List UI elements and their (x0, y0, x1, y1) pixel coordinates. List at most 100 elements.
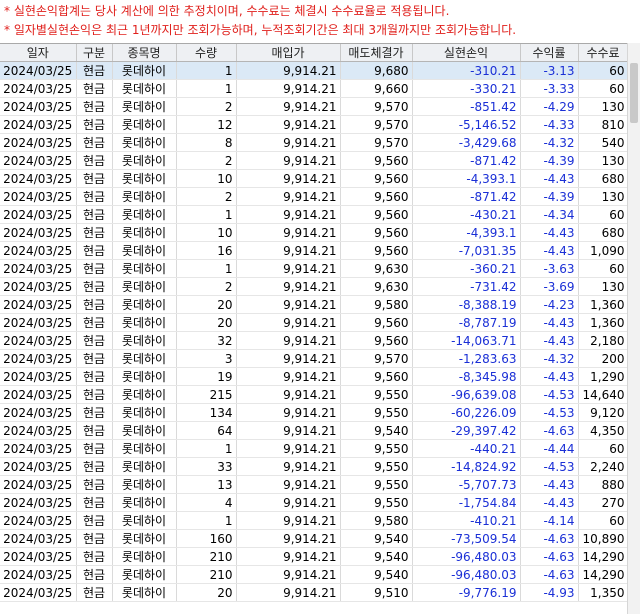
table-cell: 2 (176, 187, 237, 206)
table-row[interactable]: 2024/03/25 현금 롯데하이 2 9,914.21 9,560 -871.42 -4.… (0, 187, 629, 206)
table-cell: 2024/03/25 (0, 259, 77, 278)
table-row[interactable]: 2024/03/25 현금 롯데하이 8 9,914.21 9,570 -3,429.68-… (0, 133, 629, 152)
table-row[interactable]: 2024/03/25 현금 롯데하이 2 9,914.21 9,630 -731.42 -3.… (0, 277, 629, 296)
table-cell: -5,707.73 (412, 475, 521, 494)
table-row[interactable]: 2024/03/25 현금 롯데하이 210 9,914.21 9,540 -96,480.… (0, 565, 629, 584)
table-cell: 60 (578, 205, 629, 224)
table-cell: 2,240 (578, 457, 629, 476)
table-cell: 롯데하이 (112, 493, 177, 512)
table-row[interactable]: 2024/03/25 현금 롯데하이 210 9,914.21 9,540 -96,480.… (0, 547, 629, 566)
table-cell: -4.53 (520, 403, 579, 422)
table-row[interactable]: 2024/03/25 현금 롯데하이 1 9,914.21 9,660 -330.21 -3.… (0, 79, 629, 98)
table-cell: -4.23 (520, 295, 579, 314)
table-cell: 9,570 (340, 133, 413, 152)
table-row[interactable]: 2024/03/25 현금 롯데하이 1 9,914.21 9,560 -430.21 -4.… (0, 205, 629, 224)
table-row[interactable]: 2024/03/25 현금 롯데하이 215 9,914.21 9,550 -96,639.… (0, 385, 629, 404)
table-cell: 14,640 (578, 385, 629, 404)
table-row[interactable]: 2024/03/25 현금 롯데하이 10 9,914.21 9,560 -4,393.1-… (0, 223, 629, 242)
table-cell: 215 (176, 385, 237, 404)
table-cell: 1,350 (578, 583, 629, 602)
table-cell: 60 (578, 439, 629, 458)
table-cell: 16 (176, 241, 237, 260)
table-cell: 9,914.21 (236, 583, 341, 602)
table-cell: 현금 (76, 583, 113, 602)
table-cell: -29,397.42 (412, 421, 521, 440)
table-row[interactable]: 2024/03/25 현금 롯데하이 19 9,914.21 9,560 -8,345.98… (0, 367, 629, 386)
table-cell: 롯데하이 (112, 385, 177, 404)
table-cell: -4.43 (520, 367, 579, 386)
table-row[interactable]: 2024/03/25 현금 롯데하이 20 9,914.21 9,580 -8,388.19… (0, 295, 629, 314)
table-cell: 9,560 (340, 241, 413, 260)
table-cell: 롯데하이 (112, 439, 177, 458)
column-header[interactable]: 매도체결가 (340, 44, 413, 62)
table-cell: -96,480.03 (412, 547, 521, 566)
table-row[interactable]: 2024/03/25 현금 롯데하이 33 9,914.21 9,550 -14,824.9… (0, 457, 629, 476)
table-cell: 9,914.21 (236, 61, 341, 80)
column-header[interactable]: 종목명 (112, 44, 177, 62)
table-row[interactable]: 2024/03/25 현금 롯데하이 2 9,914.21 9,560 -871.42 -4.… (0, 151, 629, 170)
column-header[interactable]: 일자 (0, 44, 77, 62)
table-row[interactable]: 2024/03/25 현금 롯데하이 20 9,914.21 9,560 -8,787.19… (0, 313, 629, 332)
column-header[interactable]: 매입가 (236, 44, 341, 62)
column-header[interactable]: 수수료 (578, 44, 629, 62)
table-row[interactable]: 2024/03/25 현금 롯데하이 32 9,914.21 9,560 -14,063.7… (0, 331, 629, 350)
table-cell: 9,914.21 (236, 187, 341, 206)
table-cell: 9,680 (340, 61, 413, 80)
table-cell: 현금 (76, 241, 113, 260)
table-cell: 9,914.21 (236, 403, 341, 422)
table-cell: 9,540 (340, 547, 413, 566)
table-row[interactable]: 2024/03/25 현금 롯데하이 3 9,914.21 9,570 -1,283.63-… (0, 349, 629, 368)
table-cell: 현금 (76, 97, 113, 116)
table-cell: -4.43 (520, 223, 579, 242)
table-cell: 9,560 (340, 151, 413, 170)
table-cell: -360.21 (412, 259, 521, 278)
table-row[interactable]: 2024/03/25 현금 롯데하이 10 9,914.21 9,560 -4,393.1-… (0, 169, 629, 188)
table-cell: 1,090 (578, 241, 629, 260)
scrollbar-thumb[interactable] (630, 63, 638, 123)
table-cell: 9,914.21 (236, 367, 341, 386)
table-cell: 2024/03/25 (0, 187, 77, 206)
column-header[interactable]: 수량 (176, 44, 237, 62)
vertical-scrollbar[interactable] (627, 43, 640, 614)
table-cell: 14,290 (578, 565, 629, 584)
table-cell: 롯데하이 (112, 151, 177, 170)
table-cell: 롯데하이 (112, 457, 177, 476)
realized-pnl-grid[interactable]: 일자 구분 종목명 수량 매입가 매도체결가 실현손익 수익률 수수료 2024/03/25 현금… (0, 43, 640, 615)
table-cell: 롯데하이 (112, 403, 177, 422)
table-cell: 2024/03/25 (0, 331, 77, 350)
table-row[interactable]: 2024/03/25 현금 롯데하이 13 9,914.21 9,550 -5,707.73… (0, 475, 629, 494)
table-cell: 200 (578, 349, 629, 368)
table-cell: 9,914.21 (236, 277, 341, 296)
table-row[interactable]: 2024/03/25 현금 롯데하이 12 9,914.21 9,570 -5,146.52… (0, 115, 629, 134)
table-cell: 9,120 (578, 403, 629, 422)
column-header[interactable]: 실현손익 (412, 44, 521, 62)
table-cell: 2024/03/25 (0, 439, 77, 458)
table-cell: 2024/03/25 (0, 313, 77, 332)
table-cell: -7,031.35 (412, 241, 521, 260)
table-cell: -4.29 (520, 97, 579, 116)
table-cell: -4,393.1 (412, 169, 521, 188)
table-row[interactable]: 2024/03/25 현금 롯데하이 16 9,914.21 9,560 -7,031.35… (0, 241, 629, 260)
table-cell: 9,550 (340, 439, 413, 458)
table-cell: 현금 (76, 259, 113, 278)
table-row[interactable]: 2024/03/25 현금 롯데하이 64 9,914.21 9,540 -29,397.4… (0, 421, 629, 440)
table-cell: 60 (578, 259, 629, 278)
table-cell: 2 (176, 151, 237, 170)
table-cell: 9,550 (340, 475, 413, 494)
header-row: 일자 구분 종목명 수량 매입가 매도체결가 실현손익 수익률 수수료 (0, 44, 629, 62)
table-row[interactable]: 2024/03/25 현금 롯데하이 134 9,914.21 9,550 -60,226.… (0, 403, 629, 422)
table-row[interactable]: 2024/03/25 현금 롯데하이 1 9,914.21 9,630 -360.21 -3.… (0, 259, 629, 278)
table-row[interactable]: 2024/03/25 현금 롯데하이 160 9,914.21 9,540 -73,509.… (0, 529, 629, 548)
table-row[interactable]: 2024/03/25 현금 롯데하이 4 9,914.21 9,550 -1,754.84-… (0, 493, 629, 512)
table-row[interactable]: 2024/03/25 현금 롯데하이 1 9,914.21 9,580 -410.21 -4.… (0, 511, 629, 530)
table-cell: -14,063.71 (412, 331, 521, 350)
table-cell: 롯데하이 (112, 511, 177, 530)
column-header[interactable]: 수익률 (520, 44, 579, 62)
table-cell: 현금 (76, 511, 113, 530)
table-row[interactable]: 2024/03/25 현금 롯데하이 1 9,914.21 9,550 -440.21 -4.… (0, 439, 629, 458)
table-row[interactable]: 2024/03/25 현금 롯데하이 1 9,914.21 9,680 -310.21 -3.… (0, 61, 629, 80)
table-row[interactable]: 2024/03/25 현금 롯데하이 20 9,914.21 9,510 -9,776.19… (0, 583, 629, 602)
table-row[interactable]: 2024/03/25 현금 롯데하이 2 9,914.21 9,570 -851.42 -4.… (0, 97, 629, 116)
table-cell: 9,560 (340, 313, 413, 332)
column-header[interactable]: 구분 (76, 44, 113, 62)
